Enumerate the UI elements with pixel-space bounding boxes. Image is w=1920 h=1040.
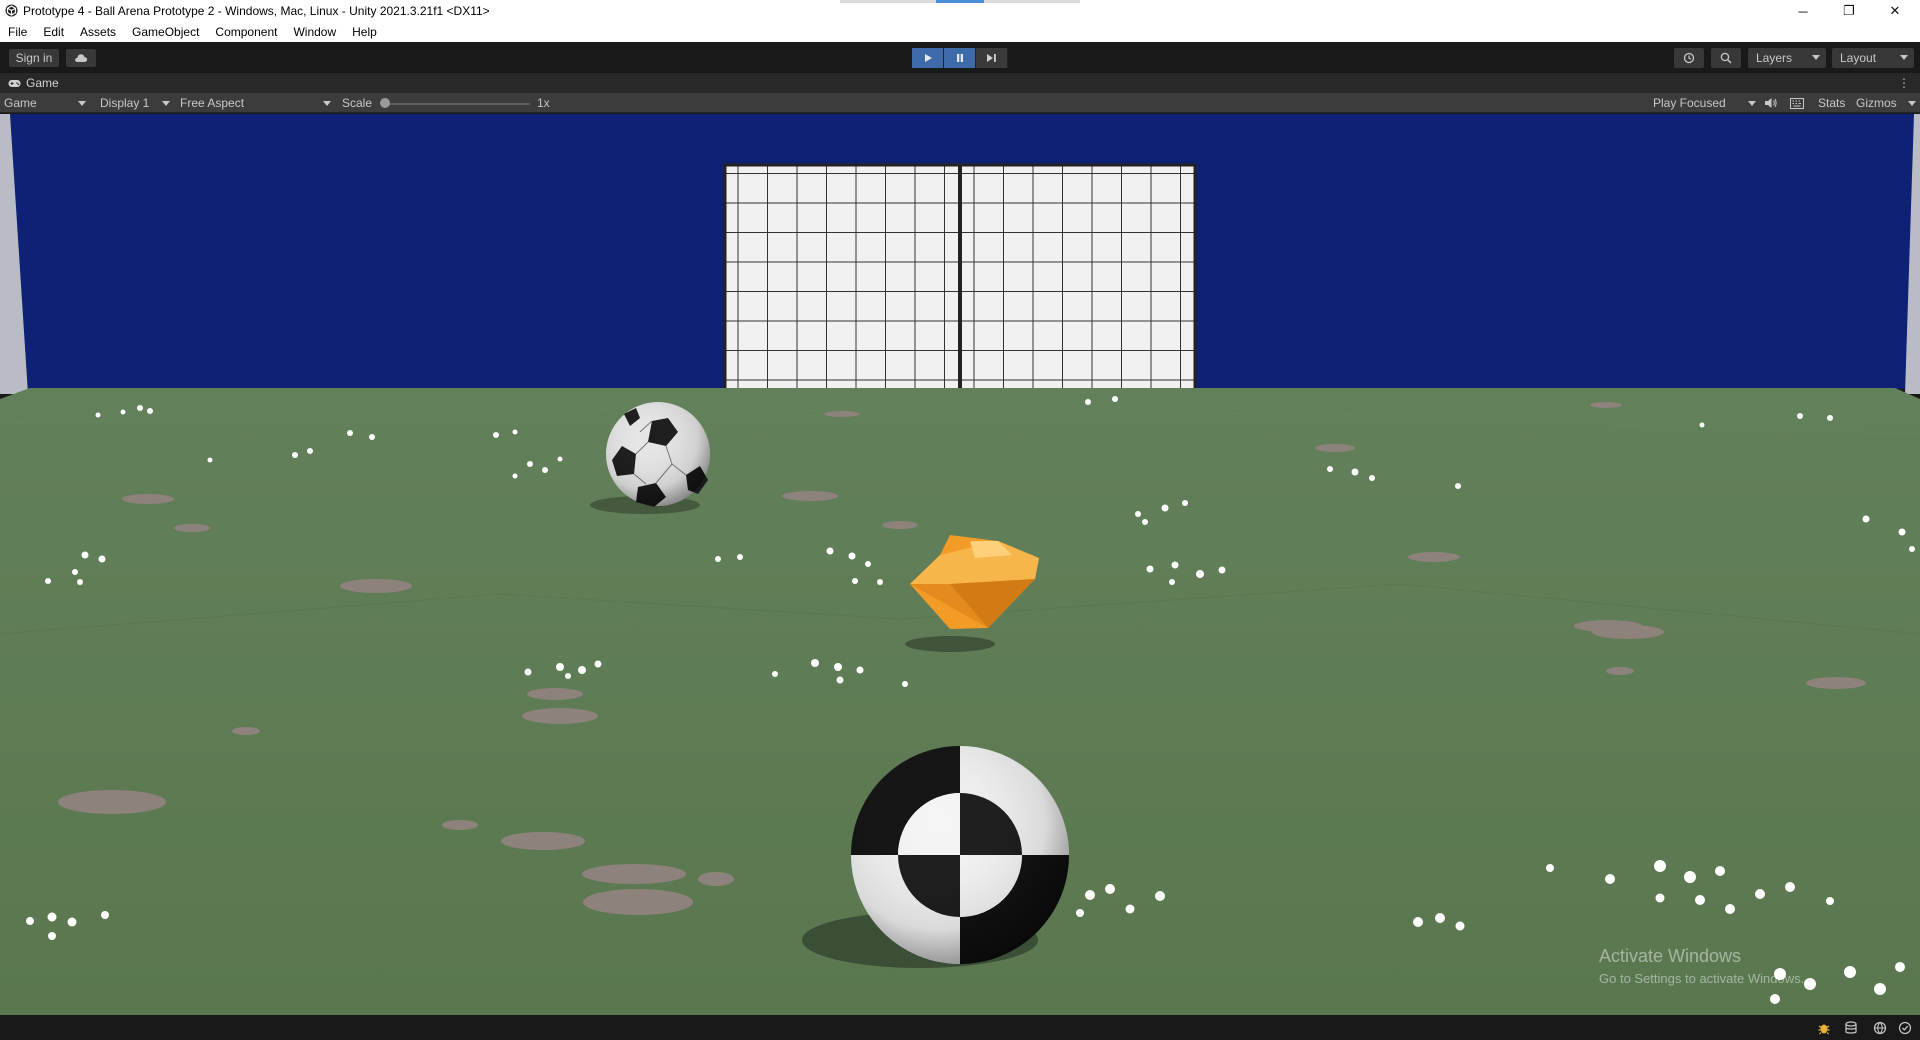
- menu-edit[interactable]: Edit: [43, 25, 64, 39]
- layout-dropdown[interactable]: Layout: [1832, 48, 1914, 68]
- title-bar: Prototype 4 - Ball Arena Prototype 2 - W…: [0, 0, 1920, 22]
- view-mode-dropdown[interactable]: Game: [4, 93, 86, 113]
- mute-audio-button[interactable]: [1764, 93, 1778, 113]
- chevron-down-icon: [1908, 101, 1916, 106]
- menu-help[interactable]: Help: [352, 25, 377, 39]
- status-bar: [0, 1015, 1920, 1040]
- main-toolbar: Sign in Layers Layout: [0, 42, 1920, 73]
- tab-game[interactable]: Game: [0, 73, 59, 93]
- keyboard-shortcuts-button[interactable]: [1790, 93, 1804, 113]
- menu-assets[interactable]: Assets: [80, 25, 116, 39]
- debug-bug-icon[interactable]: [1816, 1020, 1832, 1036]
- gamepad-icon: [8, 79, 21, 87]
- gizmos-dropdown[interactable]: Gizmos: [1856, 93, 1916, 113]
- game-tab-header: Game ⋮: [0, 73, 1920, 93]
- stats-button[interactable]: Stats: [1818, 93, 1845, 113]
- scene-render: [0, 114, 1920, 1015]
- keyboard-icon: [1790, 97, 1804, 109]
- scale-slider-handle[interactable]: [380, 98, 390, 108]
- menu-file[interactable]: File: [8, 25, 27, 39]
- sign-in-button[interactable]: Sign in: [9, 49, 59, 67]
- menu-component[interactable]: Component: [215, 25, 277, 39]
- scale-value: 1x: [537, 96, 550, 110]
- chevron-down-icon: [162, 101, 170, 106]
- close-button[interactable]: ✕: [1872, 0, 1918, 22]
- unity-logo-icon: [5, 4, 18, 17]
- watermark-title: Activate Windows: [1599, 946, 1742, 966]
- display-label: Display 1: [100, 96, 150, 110]
- chevron-down-icon: [78, 101, 86, 106]
- chevron-down-icon: [1748, 101, 1756, 106]
- title-progress-bar: [840, 0, 1080, 3]
- history-icon: [1683, 52, 1695, 64]
- minimize-button[interactable]: ─: [1780, 0, 1826, 22]
- activate-windows-watermark: Activate Windows Go to Settings to activ…: [1599, 946, 1804, 986]
- cloud-button[interactable]: [66, 49, 96, 67]
- cloud-icon: [75, 54, 88, 62]
- menu-window[interactable]: Window: [293, 25, 336, 39]
- aspect-label: Free Aspect: [180, 96, 245, 110]
- scale-label: Scale: [342, 96, 373, 110]
- pause-icon: [956, 54, 963, 62]
- restore-button[interactable]: ❐: [1826, 0, 1872, 22]
- layers-dropdown[interactable]: Layers: [1748, 48, 1826, 68]
- check-circle-icon[interactable]: [1897, 1020, 1913, 1036]
- play-controls: [912, 48, 1008, 68]
- chevron-down-icon: [1812, 55, 1820, 60]
- more-options-icon[interactable]: ⋮: [1898, 76, 1910, 90]
- gem-shadow: [905, 636, 995, 652]
- play-mode-dropdown[interactable]: Play Focused: [1653, 93, 1757, 113]
- search-button[interactable]: [1711, 48, 1741, 68]
- undo-history-button[interactable]: [1674, 48, 1704, 68]
- menu-bar: File Edit Assets GameObject Component Wi…: [0, 22, 1920, 42]
- play-button[interactable]: [912, 48, 944, 68]
- play-icon: [924, 54, 932, 62]
- display-dropdown[interactable]: Display 1: [100, 93, 172, 113]
- step-icon: [987, 54, 996, 62]
- play-mode-label: Play Focused: [1653, 96, 1726, 110]
- tab-game-label: Game: [26, 76, 59, 90]
- network-globe-icon[interactable]: [1872, 1020, 1888, 1036]
- view-mode-label: Game: [4, 96, 37, 110]
- menu-gameobject[interactable]: GameObject: [132, 25, 199, 39]
- chevron-down-icon: [323, 101, 331, 106]
- player-ball: [851, 746, 1069, 964]
- cache-server-icon[interactable]: [1843, 1020, 1859, 1036]
- watermark-subtitle: Go to Settings to activate Windows.: [1599, 971, 1805, 986]
- game-view-toolbar: Game Display 1 Free Aspect Scale 1x Play…: [0, 93, 1920, 113]
- layout-label: Layout: [1840, 51, 1877, 65]
- gizmos-label: Gizmos: [1856, 96, 1897, 110]
- step-button[interactable]: [976, 48, 1008, 68]
- goal-net: [723, 163, 1197, 397]
- game-viewport[interactable]: Activate Windows Go to Settings to activ…: [0, 114, 1920, 1015]
- pause-button[interactable]: [944, 48, 976, 68]
- search-icon: [1720, 52, 1732, 64]
- scale-slider-track[interactable]: [384, 103, 530, 105]
- window-title: Prototype 4 - Ball Arena Prototype 2 - W…: [23, 4, 490, 18]
- chevron-down-icon: [1900, 55, 1908, 60]
- aspect-dropdown[interactable]: Free Aspect: [180, 93, 332, 113]
- speaker-icon: [1765, 98, 1777, 108]
- layers-label: Layers: [1756, 51, 1793, 65]
